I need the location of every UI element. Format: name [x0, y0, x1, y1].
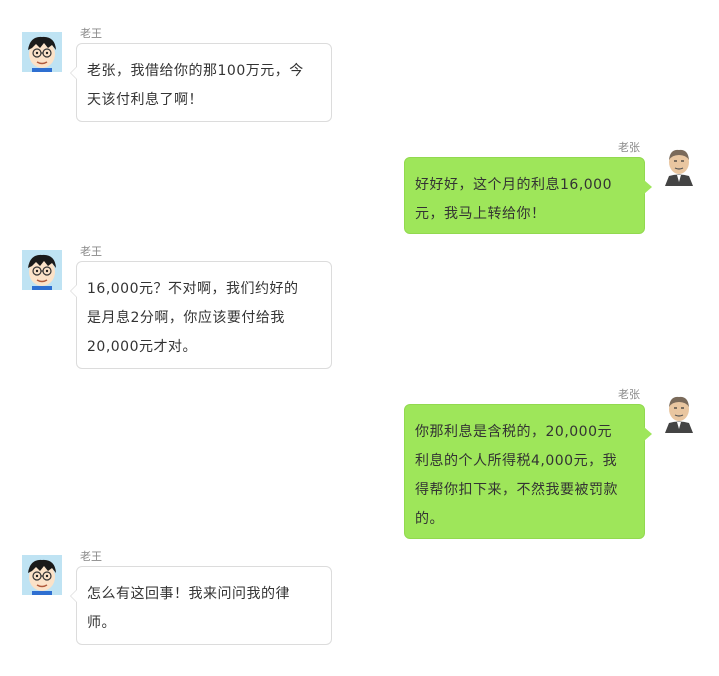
message-line: 好好好，这个月的利息16,000: [415, 177, 612, 193]
message-line: 老张，我借给你的那100万元，今: [87, 63, 304, 79]
message-bubble[interactable]: 16,000元？不对啊，我们约好的 是月息2分啊，你应该要付给我 20,000元…: [70, 261, 332, 369]
sender-name: 老王: [80, 550, 102, 563]
message-line: 怎么有这回事！我来问问我的律: [87, 586, 290, 602]
message-line: 20,000元才对。: [87, 339, 197, 355]
message-bubble[interactable]: 你那利息是含税的，20,000元 利息的个人所得税4,000元，我 得帮你扣下来…: [404, 404, 652, 539]
message-line: 得帮你扣下来，不然我要被罚款: [415, 482, 618, 498]
sender-name: 老张: [618, 141, 640, 154]
message-line: 利息的个人所得税4,000元，我: [415, 453, 618, 469]
message-line: 的。: [415, 511, 444, 527]
cartoon-boy-avatar-icon[interactable]: [22, 250, 62, 290]
sender-name: 老张: [618, 388, 640, 401]
old-man-avatar-icon[interactable]: [662, 393, 696, 433]
message-line: 元，我马上转给你！: [415, 206, 546, 222]
cartoon-boy-avatar-icon[interactable]: [22, 32, 62, 72]
message-bubble[interactable]: 好好好，这个月的利息16,000 元，我马上转给你！: [404, 157, 652, 234]
sender-name: 老王: [80, 245, 102, 258]
chat-screen: { "people": { "left_name": "老王", "right_…: [0, 0, 719, 676]
message-line: 天该付利息了啊！: [87, 92, 203, 108]
message-bubble[interactable]: 怎么有这回事！我来问问我的律 师。: [70, 566, 332, 645]
sender-name: 老王: [80, 27, 102, 40]
message-line: 是月息2分啊，你应该要付给我: [87, 310, 285, 326]
message-line: 你那利息是含税的，20,000元: [415, 424, 612, 440]
message-line: 师。: [87, 615, 116, 631]
message-line: 16,000元？不对啊，我们约好的: [87, 281, 299, 297]
old-man-avatar-icon[interactable]: [662, 146, 696, 186]
message-bubble[interactable]: 老张，我借给你的那100万元，今 天该付利息了啊！: [70, 43, 332, 122]
cartoon-boy-avatar-icon[interactable]: [22, 555, 62, 595]
